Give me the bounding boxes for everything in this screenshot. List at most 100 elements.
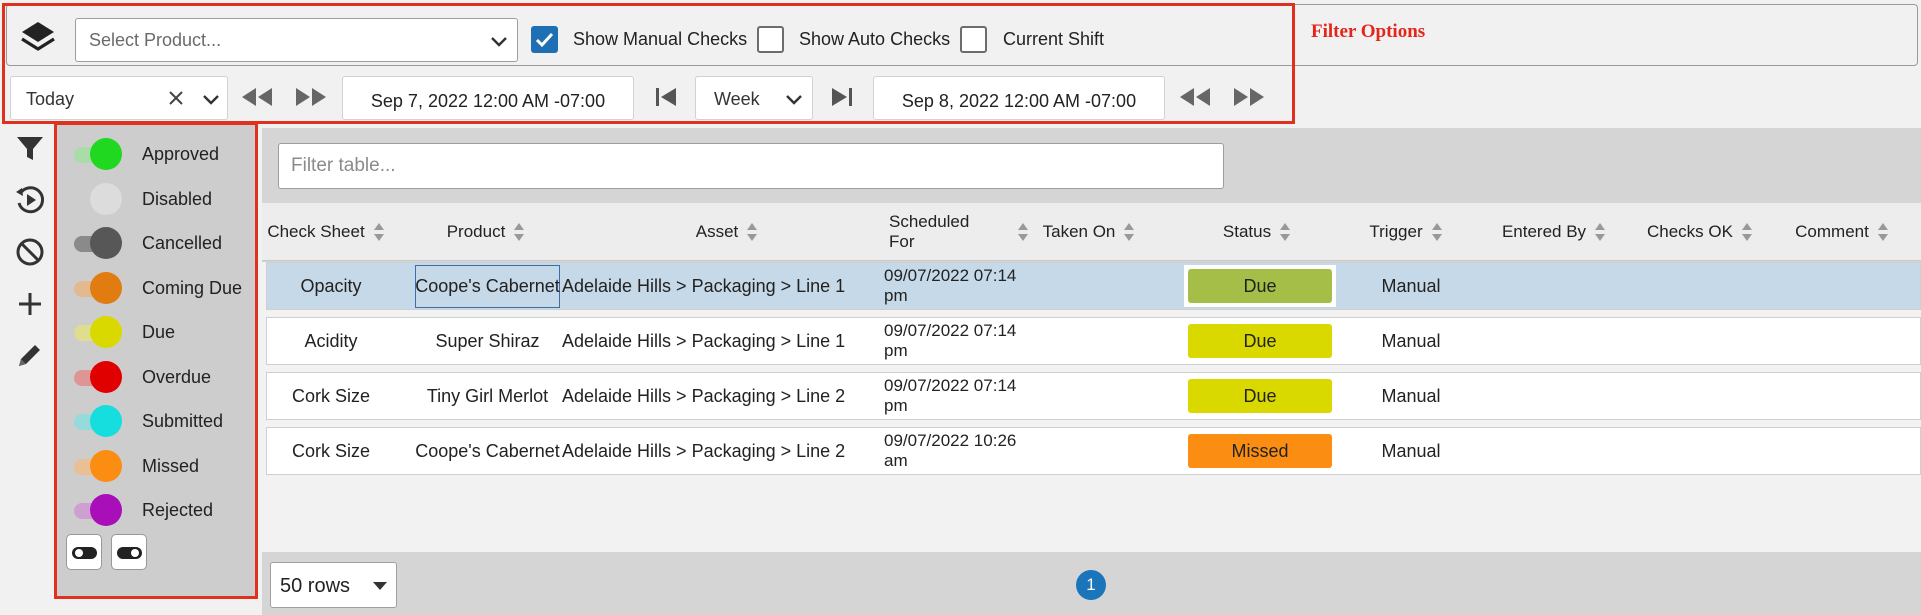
column-scheduled-for[interactable]: Scheduled For [889,203,1029,261]
column-product[interactable]: Product [432,203,540,261]
table-row[interactable]: Cork Size Tiny Girl Merlot Adelaide Hills … [266,372,1921,420]
date-preset-select[interactable]: Today [10,76,228,120]
check-icon [535,32,554,48]
cell-product[interactable]: Tiny Girl Merlot [415,373,560,419]
show-auto-checks-checkbox[interactable] [757,26,784,53]
sort-icon [1280,223,1291,241]
legend-item-due[interactable]: Due [72,312,252,348]
column-asset[interactable]: Asset [682,203,772,261]
start-date-value: Sep 7, 2022 12:00 AM -07:00 [370,91,606,111]
cell-product[interactable]: Coope's Cabernet [415,428,560,474]
cell-status: Due [1184,375,1336,417]
legend-item-approved[interactable]: Approved [72,134,252,170]
show-manual-checks-label[interactable]: Show Manual Checks [573,29,747,50]
cell-checks-ok [1642,318,1768,364]
start-date-field[interactable]: Sep 7, 2022 12:00 AM -07:00 [342,76,634,120]
toggle-off-icon [75,549,83,557]
block-icon[interactable] [14,236,46,268]
status-color-dot[interactable] [90,405,122,437]
sort-icon [1595,223,1606,241]
history-icon[interactable] [14,184,46,216]
cell-asset: Adelaide Hills > Packaging > Line 1 [562,275,846,296]
cell-status: Missed [1184,430,1336,472]
status-color-dot[interactable] [90,449,122,482]
legend-item-missed[interactable]: Missed [72,446,252,482]
skip-start-icon[interactable] [654,86,678,108]
legend-item-submitted[interactable]: Submitted [72,401,252,437]
cell-comment [1787,373,1907,419]
legend-item-coming-due[interactable]: Coming Due [72,268,252,304]
column-checks-ok[interactable]: Checks OK [1637,203,1763,261]
legend-label: Approved [142,144,220,164]
legend-item-disabled[interactable]: Disabled [72,179,252,215]
status-color-dot[interactable] [90,182,122,215]
cell-taken-on [1043,428,1145,474]
sort-icon [1877,223,1888,241]
cell-trigger: Manual [1381,275,1441,296]
status-color-dot[interactable] [90,271,122,304]
fast-forward-icon[interactable] [1232,86,1266,108]
cell-scheduled-for: 09/07/2022 10:26 am [884,431,1017,470]
chevron-down-icon [489,31,509,51]
cell-scheduled-for: 09/07/2022 07:14 pm [884,321,1017,360]
caret-down-icon [373,582,387,590]
clear-icon[interactable] [167,89,185,107]
status-color-dot[interactable] [90,227,122,259]
cell-scheduled-for: 09/07/2022 07:14 pm [884,376,1017,415]
cell-comment [1787,263,1907,309]
filter-icon[interactable] [14,133,46,165]
legend-item-rejected[interactable]: Rejected [72,490,252,526]
end-date-value: Sep 8, 2022 12:00 AM -07:00 [901,91,1137,111]
period-select[interactable]: Week [695,76,813,120]
column-entered-by[interactable]: Entered By [1490,203,1618,261]
end-date-field[interactable]: Sep 8, 2022 12:00 AM -07:00 [873,76,1165,120]
show-auto-checks-label[interactable]: Show Auto Checks [799,29,950,50]
rewind-icon[interactable] [1178,86,1212,108]
column-check-sheet[interactable]: Check Sheet [262,203,390,261]
status-badge: Due [1188,324,1332,358]
date-preset-value: Today [26,89,75,109]
cell-product[interactable]: Super Shiraz [415,318,560,364]
status-color-dot[interactable] [90,360,122,393]
cell-checks-ok [1642,428,1768,474]
column-trigger[interactable]: Trigger [1360,203,1452,261]
table-row[interactable]: Opacity Coope's Cabernet Adelaide Hills > … [266,262,1921,310]
filter-table-input[interactable] [278,143,1224,189]
skip-end-icon[interactable] [830,86,854,108]
toggle-all-on-button[interactable] [111,534,147,570]
toggle-on-icon [131,549,139,557]
table-row[interactable]: Cork Size Coope's Cabernet Adelaide Hills … [266,427,1921,475]
column-taken-on[interactable]: Taken On [1038,203,1140,261]
legend-item-cancelled[interactable]: Cancelled [72,223,252,259]
column-status[interactable]: Status [1212,203,1302,261]
cell-status: Due [1184,320,1336,362]
current-shift-checkbox[interactable] [960,26,987,53]
rewind-icon[interactable] [240,86,274,108]
cell-check-sheet: Cork Size [291,385,371,406]
status-color-dot[interactable] [90,494,122,526]
page-1-button[interactable]: 1 [1076,570,1106,600]
show-manual-checks-checkbox[interactable] [531,26,558,53]
legend-label: Disabled [142,188,213,209]
cell-trigger: Manual [1381,385,1441,406]
product-select[interactable]: Select Product... [75,18,518,62]
fast-forward-icon[interactable] [294,86,328,108]
period-value: Week [714,89,760,109]
rows-per-page-select[interactable]: 50 rows [270,562,397,608]
sort-icon [373,223,384,241]
legend-item-overdue[interactable]: Overdue [72,357,252,393]
status-badge: Due [1188,379,1332,413]
pencil-icon[interactable] [14,339,46,371]
layers-icon[interactable] [18,18,58,58]
column-comment[interactable]: Comment [1782,203,1902,261]
status-color-dot[interactable] [90,138,122,170]
cell-comment [1787,318,1907,364]
plus-icon[interactable] [14,288,46,320]
cell-product[interactable]: Coope's Cabernet [415,265,560,308]
chevron-down-icon[interactable] [201,89,221,109]
toggle-all-off-button[interactable] [66,534,102,570]
current-shift-label[interactable]: Current Shift [1003,29,1104,50]
table-row[interactable]: Acidity Super Shiraz Adelaide Hills > Pack… [266,317,1921,365]
sort-icon [1741,223,1752,241]
status-color-dot[interactable] [90,316,122,348]
